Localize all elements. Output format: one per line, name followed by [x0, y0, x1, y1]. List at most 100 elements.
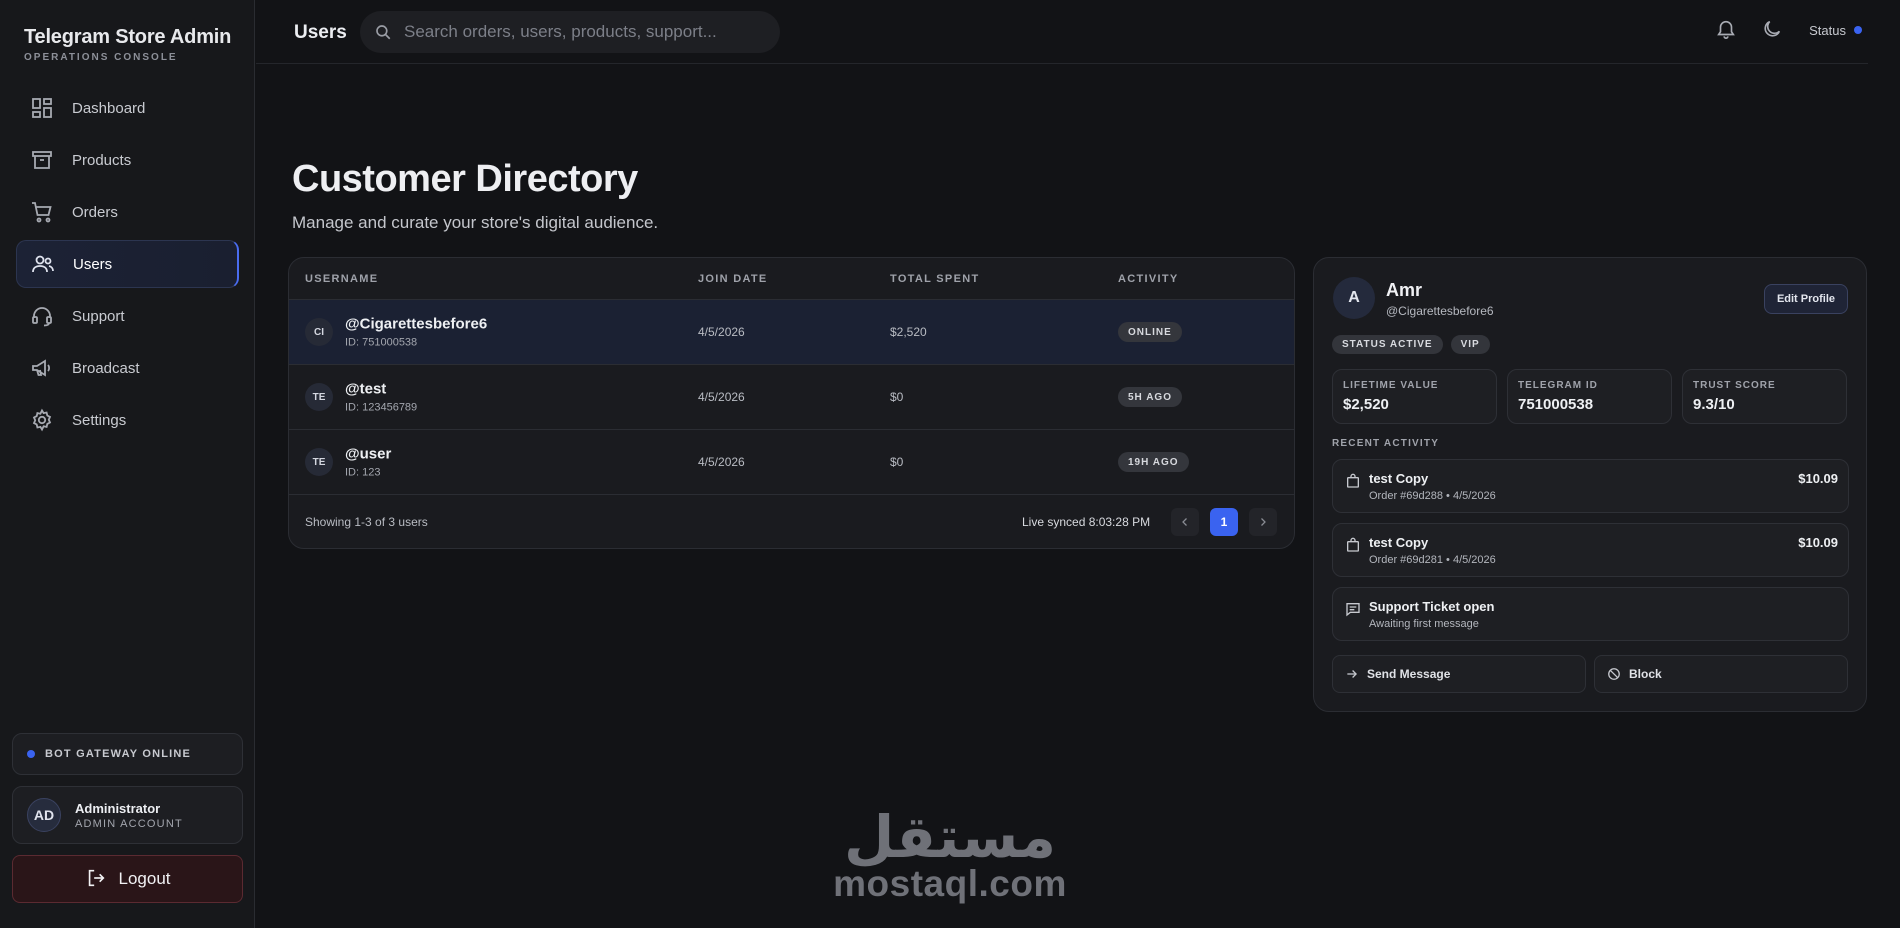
users-table: USERNAME JOIN DATE TOTAL SPENT ACTIVITY … — [288, 257, 1295, 549]
vip-badge: VIP — [1450, 335, 1490, 354]
brand: Telegram Store Admin OPERATIONS CONSOLE — [24, 26, 231, 63]
table-row[interactable]: CI @Cigarettesbefore6 ID: 751000538 4/5/… — [289, 300, 1294, 365]
watermark-arabic: مستقل — [843, 803, 1057, 871]
sidebar-item-users[interactable]: Users — [16, 240, 239, 288]
activity-title: test Copy — [1369, 535, 1429, 550]
arrow-right-icon — [1345, 667, 1359, 681]
sidebar-item-products[interactable]: Products — [16, 136, 239, 184]
sidebar-item-support[interactable]: Support — [16, 292, 239, 340]
recent-activity-list: test Copy Order #69d288 • 4/5/2026 $10.0… — [1332, 459, 1849, 651]
row-user-id: ID: 123 — [345, 466, 381, 479]
sidebar-nav: Dashboard Products Orders Users Support — [16, 84, 239, 448]
sidebar-item-orders[interactable]: Orders — [16, 188, 239, 236]
profile-stats: LIFETIME VALUE $2,520 TELEGRAM ID 751000… — [1332, 369, 1847, 424]
sidebar-item-dashboard[interactable]: Dashboard — [16, 84, 239, 132]
logout-button[interactable]: Logout — [12, 855, 243, 903]
admin-account-card[interactable]: AD Administrator ADMIN ACCOUNT — [12, 786, 243, 844]
activity-subtitle: Order #69d281 • 4/5/2026 — [1369, 554, 1496, 566]
stat-label: LIFETIME VALUE — [1343, 380, 1439, 391]
page-heading: Users — [294, 22, 347, 43]
search-bar[interactable] — [360, 11, 780, 53]
megaphone-icon — [30, 356, 54, 380]
stat-label: TELEGRAM ID — [1518, 380, 1598, 391]
block-label: Block — [1629, 667, 1662, 681]
row-total-spent: $0 — [890, 455, 904, 469]
row-join-date: 4/5/2026 — [698, 455, 745, 469]
row-username: @user — [345, 445, 392, 463]
activity-amount: $10.09 — [1798, 471, 1838, 486]
bell-icon[interactable] — [1715, 18, 1739, 42]
sidebar: Telegram Store Admin OPERATIONS CONSOLE … — [0, 0, 255, 928]
status-badge: 19H AGO — [1118, 452, 1189, 472]
edit-profile-button[interactable]: Edit Profile — [1763, 284, 1848, 314]
dashboard-icon — [30, 96, 54, 120]
table-row[interactable]: TE @test ID: 123456789 4/5/2026 $0 5H AG… — [289, 365, 1294, 430]
bag-icon — [1345, 537, 1361, 553]
column-header-username[interactable]: USERNAME — [305, 273, 378, 285]
sidebar-item-settings[interactable]: Settings — [16, 396, 239, 444]
column-header-total-spent[interactable]: TOTAL SPENT — [890, 273, 979, 285]
user-profile-panel: A Amr @Cigarettesbefore6 Edit Profile ST… — [1313, 257, 1867, 712]
showing-count: Showing 1-3 of 3 users — [305, 514, 428, 529]
status-badge: STATUS ACTIVE — [1332, 335, 1443, 354]
search-icon — [374, 23, 392, 41]
moon-icon[interactable] — [1761, 18, 1785, 42]
sidebar-item-label: Users — [73, 255, 113, 273]
stat-lifetime-value: LIFETIME VALUE $2,520 — [1332, 369, 1497, 424]
list-item[interactable]: test Copy Order #69d281 • 4/5/2026 $10.0… — [1332, 523, 1849, 577]
profile-actions: Send Message Block — [1332, 655, 1848, 693]
cart-icon — [30, 200, 54, 224]
logout-icon — [85, 867, 109, 891]
activity-amount: $10.09 — [1798, 535, 1838, 550]
row-user-id: ID: 123456789 — [345, 401, 418, 414]
column-header-activity[interactable]: ACTIVITY — [1118, 273, 1179, 285]
bag-icon — [1345, 473, 1361, 489]
list-item[interactable]: test Copy Order #69d288 • 4/5/2026 $10.0… — [1332, 459, 1849, 513]
status-badge: ONLINE — [1118, 322, 1182, 342]
sidebar-item-label: Settings — [72, 411, 127, 429]
send-message-button[interactable]: Send Message — [1332, 655, 1586, 693]
gear-icon — [30, 408, 54, 432]
block-button[interactable]: Block — [1594, 655, 1848, 693]
box-icon — [30, 148, 54, 172]
activity-subtitle: Awaiting first message — [1369, 618, 1479, 630]
topbar-actions: Status — [1715, 18, 1868, 42]
table-row[interactable]: TE @user ID: 123 4/5/2026 $0 19H AGO — [289, 430, 1294, 495]
column-header-join-date[interactable]: JOIN DATE — [698, 273, 768, 285]
avatar: AD — [27, 798, 61, 832]
next-page-button[interactable] — [1249, 507, 1277, 536]
sidebar-item-label: Orders — [72, 203, 118, 221]
table-footer: Showing 1-3 of 3 users Live synced 8:03:… — [289, 495, 1294, 548]
row-join-date: 4/5/2026 — [698, 390, 745, 404]
page-button-current[interactable]: 1 — [1210, 507, 1238, 536]
block-icon — [1607, 667, 1621, 681]
row-total-spent: $2,520 — [890, 325, 927, 339]
list-item[interactable]: Support Ticket open Awaiting first messa… — [1332, 587, 1849, 641]
watermark-latin: mostaql.com — [833, 863, 1067, 904]
stat-telegram-id: TELEGRAM ID 751000538 — [1507, 369, 1672, 424]
sidebar-item-broadcast[interactable]: Broadcast — [16, 344, 239, 392]
table-header: USERNAME JOIN DATE TOTAL SPENT ACTIVITY — [289, 258, 1294, 300]
status-dot-icon — [27, 750, 35, 758]
sync-status: Live synced 8:03:28 PM — [1022, 514, 1151, 529]
stat-trust-score: TRUST SCORE 9.3/10 — [1682, 369, 1847, 424]
status-dot-icon — [1854, 26, 1862, 34]
sidebar-item-label: Support — [72, 307, 125, 325]
status-label: Status — [1809, 22, 1846, 38]
search-input[interactable] — [404, 22, 764, 42]
sidebar-item-label: Products — [72, 151, 132, 169]
chevron-right-icon — [1261, 517, 1266, 526]
avatar: TE — [305, 448, 333, 476]
chevron-left-icon — [1182, 517, 1187, 526]
profile-handle: @Cigarettesbefore6 — [1386, 304, 1494, 318]
recent-activity-title: RECENT ACTIVITY — [1332, 438, 1440, 449]
page-subtitle: Manage and curate your store's digital a… — [292, 213, 659, 232]
row-total-spent: $0 — [890, 390, 904, 404]
prev-page-button[interactable] — [1171, 507, 1199, 536]
users-icon — [31, 252, 55, 276]
activity-subtitle: Order #69d288 • 4/5/2026 — [1369, 490, 1496, 502]
brand-subtitle: OPERATIONS CONSOLE — [24, 52, 178, 63]
brand-title: Telegram Store Admin — [24, 26, 232, 48]
gateway-status: BOT GATEWAY ONLINE — [12, 733, 243, 775]
activity-title: Support Ticket open — [1369, 599, 1495, 614]
